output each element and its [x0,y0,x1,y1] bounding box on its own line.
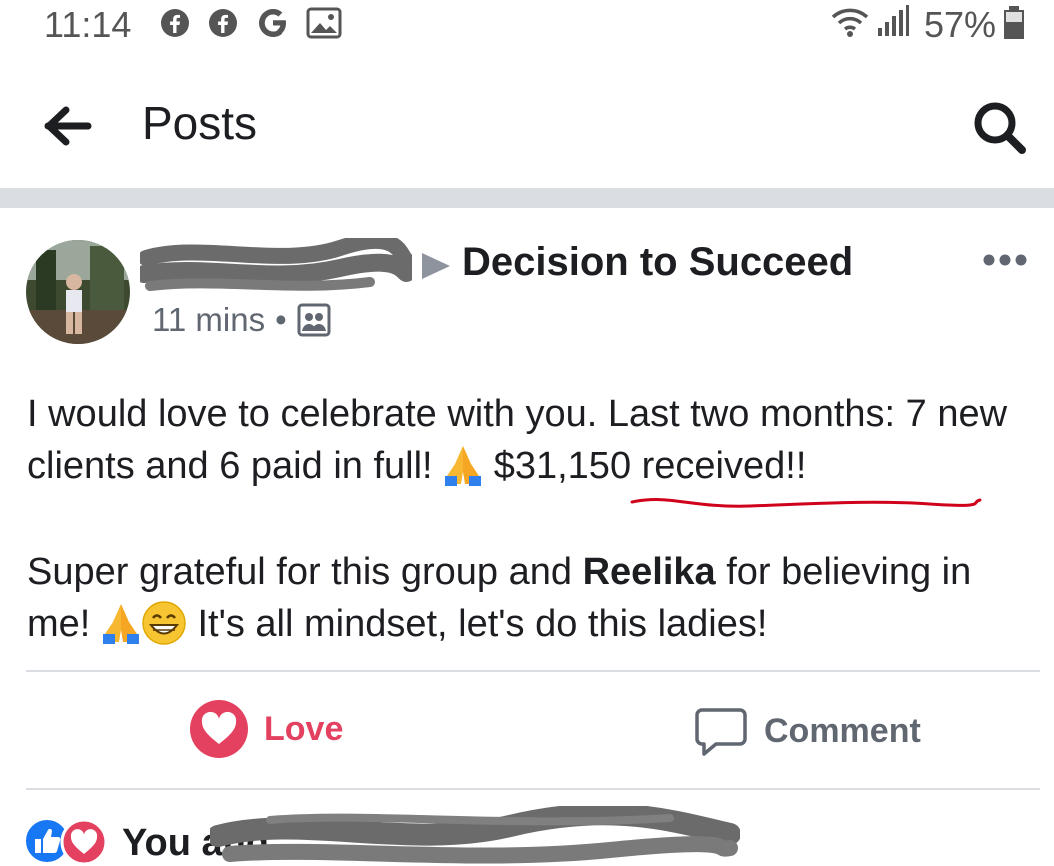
meta-separator: • [275,301,287,338]
post-paragraph-1: I would love to celebrate with you. Last… [27,388,1037,492]
battery-percentage: 57% [924,4,997,45]
gallery-notification-icon [306,7,342,39]
post-meta: 11 mins • [152,300,331,340]
post-text-4: It's all mindset, let's do this ladies! [186,603,768,645]
google-notification-icon [259,9,286,37]
love-button[interactable]: Love [188,696,343,762]
page-title: Posts [142,97,258,149]
post-text-2: Super grateful for this group and [27,551,583,593]
more-options-icon[interactable] [982,252,1028,268]
avatar[interactable] [26,240,130,344]
status-bar: 11:14 57% [0,0,1054,50]
love-reaction-icon [190,700,248,758]
folded-hands-emoji-icon-2 [102,604,139,644]
triangle-arrow-icon [422,253,450,279]
mention-link[interactable]: Reelika [583,551,716,593]
author-name-redacted [140,238,412,291]
reactor-names-redacted [210,806,740,864]
group-name[interactable]: Decision to Succeed [462,240,853,285]
love-reaction-small-icon [60,818,108,866]
post-text: I would love to celebrate with you. Last… [27,388,1037,650]
love-label: Love [264,709,344,748]
comment-button[interactable]: Comment [694,700,921,762]
post-paragraph-2: Super grateful for this group and Reelik… [27,546,1037,650]
red-underline-annotation [630,498,982,508]
search-icon[interactable] [972,100,1028,156]
status-time: 11:14 [44,4,132,45]
battery-icon [1004,6,1024,39]
app-header: Posts [0,60,1054,190]
post-divider [26,670,1040,672]
facebook-notification-icon [161,9,189,37]
group-audience-icon [297,303,331,337]
comment-icon [695,708,747,756]
folded-hands-emoji-icon [445,446,482,486]
amount-received-text: $31,150 received!! [483,445,807,487]
comment-label: Comment [764,711,921,750]
back-arrow-icon[interactable] [44,106,92,146]
grinning-face-emoji-icon [142,601,186,645]
wifi-icon [831,8,869,37]
header-separator [0,188,1054,208]
post-time[interactable]: 11 mins [152,301,265,339]
action-divider [26,788,1040,790]
facebook-notification-icon-2 [209,9,237,37]
signal-icon [878,5,909,36]
